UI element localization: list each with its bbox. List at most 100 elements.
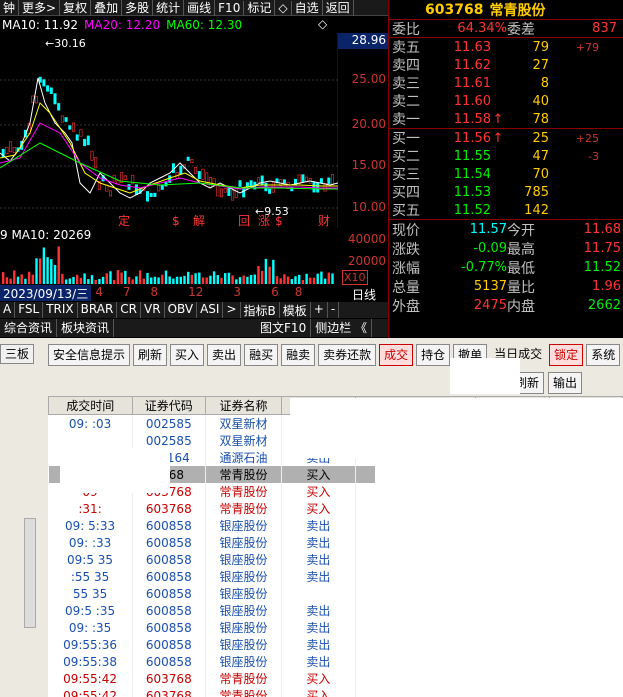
- toolbar-item[interactable]: 多股: [122, 0, 154, 16]
- trade-button[interactable]: 成交: [379, 344, 414, 366]
- trade-button[interactable]: 安全信息提示: [48, 344, 131, 366]
- indicator-tab[interactable]: OBV: [165, 302, 198, 318]
- stat-value: -0.09: [473, 241, 507, 256]
- book-price: 11.58: [453, 111, 491, 127]
- sub-button[interactable]: 输出: [548, 372, 583, 394]
- toolbar-item[interactable]: 叠加: [91, 0, 123, 16]
- indicator-tab[interactable]: TRIX: [43, 302, 78, 318]
- info-tab[interactable]: 图文F10: [256, 319, 312, 337]
- book-label: 买三: [392, 167, 420, 183]
- volume-bar: [109, 271, 112, 284]
- volume-bar: [272, 259, 275, 284]
- weibi-row: 委比 64.34% 委差 837: [389, 20, 623, 38]
- toolbar-item[interactable]: 返回: [323, 0, 354, 16]
- trade-button[interactable]: 持仓: [416, 344, 451, 366]
- indicator-tab[interactable]: A: [0, 302, 16, 318]
- stat-label: 现价: [392, 222, 420, 239]
- info-tab[interactable]: 侧边栏 《: [311, 319, 373, 337]
- book-row: 买二 11.55 47 -3: [389, 147, 623, 166]
- table-cell: 600858: [132, 636, 206, 653]
- toolbar-item[interactable]: 钟: [0, 0, 20, 16]
- book-volume: 79: [532, 39, 549, 55]
- event-marker[interactable]: 定: [118, 213, 130, 228]
- toolbar-item[interactable]: 画线: [184, 0, 216, 16]
- book-row: 卖一 11.58 ↑ 78: [389, 110, 623, 129]
- indicator-tab[interactable]: 模板: [280, 302, 311, 318]
- kline-svg[interactable]: ←30.16 ←9.53 定 $ 解回涨 $ 财: [0, 33, 338, 228]
- toolbar-item[interactable]: 更多>: [19, 0, 61, 16]
- toolbar-item[interactable]: 标记: [244, 0, 276, 16]
- table-cell: 通源石油: [205, 449, 283, 466]
- settings-icon[interactable]: ◇: [318, 17, 327, 31]
- volume-bar: [212, 271, 216, 284]
- column-header[interactable]: 证券代码: [131, 396, 206, 415]
- redaction: [60, 448, 170, 493]
- price-marker: 28.96: [338, 33, 388, 49]
- trade-button[interactable]: 锁定: [549, 344, 584, 366]
- indicator-tab[interactable]: +: [311, 302, 328, 318]
- stat-value: 5137: [473, 279, 507, 294]
- trade-button[interactable]: 刷新: [133, 344, 168, 366]
- stat-row: 涨跌 -0.09 最高 11.75: [389, 239, 623, 258]
- trade-button[interactable]: 卖券还款: [318, 344, 377, 366]
- candle: [5, 146, 9, 155]
- toolbar-item[interactable]: 自选: [292, 0, 323, 16]
- toolbar-item[interactable]: F10: [215, 0, 245, 15]
- volume-bar: [235, 279, 238, 284]
- trade-button[interactable]: 买入: [170, 344, 205, 366]
- kline-chart-area[interactable]: 钟更多> 复权 叠加 多股 统计 画线 F10 标记 ◇ 自选 返回 MA10: 11.92 MA2…: [0, 0, 388, 338]
- volume-bar: [50, 259, 53, 284]
- trade-button[interactable]: 卖出: [207, 344, 242, 366]
- candle: [168, 175, 172, 183]
- indicator-tab[interactable]: CR: [117, 302, 142, 318]
- date-tick: 8: [294, 285, 303, 299]
- scrollbar[interactable]: [24, 518, 36, 628]
- candle: [190, 159, 194, 163]
- axis-label: 15.00: [351, 158, 386, 172]
- stat-label: 涨跌: [392, 241, 420, 258]
- volume-bar: [172, 278, 175, 284]
- volume-bar: [64, 279, 68, 284]
- indicator-tab[interactable]: >: [223, 302, 241, 318]
- info-tab[interactable]: 板块资讯: [57, 319, 115, 337]
- indicator-tab[interactable]: FSL: [15, 302, 44, 318]
- candle: [79, 129, 83, 137]
- chart-toolbar: 钟更多> 复权 叠加 多股 统计 画线 F10 标记 ◇ 自选 返回: [0, 0, 388, 16]
- indicator-tab[interactable]: 指标B: [241, 302, 280, 318]
- indicator-tab[interactable]: ASI: [197, 302, 224, 318]
- candle: [197, 171, 201, 179]
- candle: [146, 191, 150, 202]
- column-header[interactable]: 证券名称: [204, 396, 283, 415]
- trade-button[interactable]: 融买: [244, 344, 279, 366]
- toolbar-item[interactable]: 统计: [153, 0, 185, 16]
- table-cell: 09: :35: [48, 619, 133, 636]
- toolbar-item[interactable]: ◇: [275, 0, 292, 15]
- event-marker[interactable]: 涨: [258, 213, 270, 228]
- volume-bar: [76, 274, 79, 284]
- info-tab[interactable]: 综合资讯: [0, 319, 58, 337]
- volume-bar: [2, 272, 5, 284]
- event-marker[interactable]: 回: [238, 214, 250, 228]
- volume-bar: [257, 265, 260, 284]
- indicator-tab[interactable]: BRAR: [78, 302, 118, 318]
- volume-bar: [113, 279, 116, 284]
- volume-bar: [301, 279, 305, 284]
- indicator-tab[interactable]: VR: [141, 302, 165, 318]
- toolbar-item[interactable]: 复权: [60, 0, 92, 16]
- table-cell: 常青股份: [205, 483, 283, 500]
- event-marker[interactable]: $: [172, 214, 180, 228]
- event-marker[interactable]: 财: [318, 214, 330, 228]
- event-marker[interactable]: $: [275, 214, 283, 228]
- column-header[interactable]: 成交时间: [48, 396, 133, 415]
- table-cell: 09:55:38: [48, 653, 133, 670]
- event-marker[interactable]: 解: [193, 214, 205, 228]
- trade-button[interactable]: 融卖: [281, 344, 316, 366]
- volume-bar: [57, 246, 60, 284]
- tab-sanban[interactable]: 三板: [0, 344, 34, 364]
- volume-bar: [187, 271, 190, 284]
- volume-bar: [198, 272, 201, 284]
- trade-button[interactable]: 系统: [586, 344, 621, 366]
- table-cell: 09: 5:33: [48, 517, 133, 534]
- period-label[interactable]: 日线: [352, 286, 376, 303]
- indicator-tab[interactable]: -: [328, 302, 340, 318]
